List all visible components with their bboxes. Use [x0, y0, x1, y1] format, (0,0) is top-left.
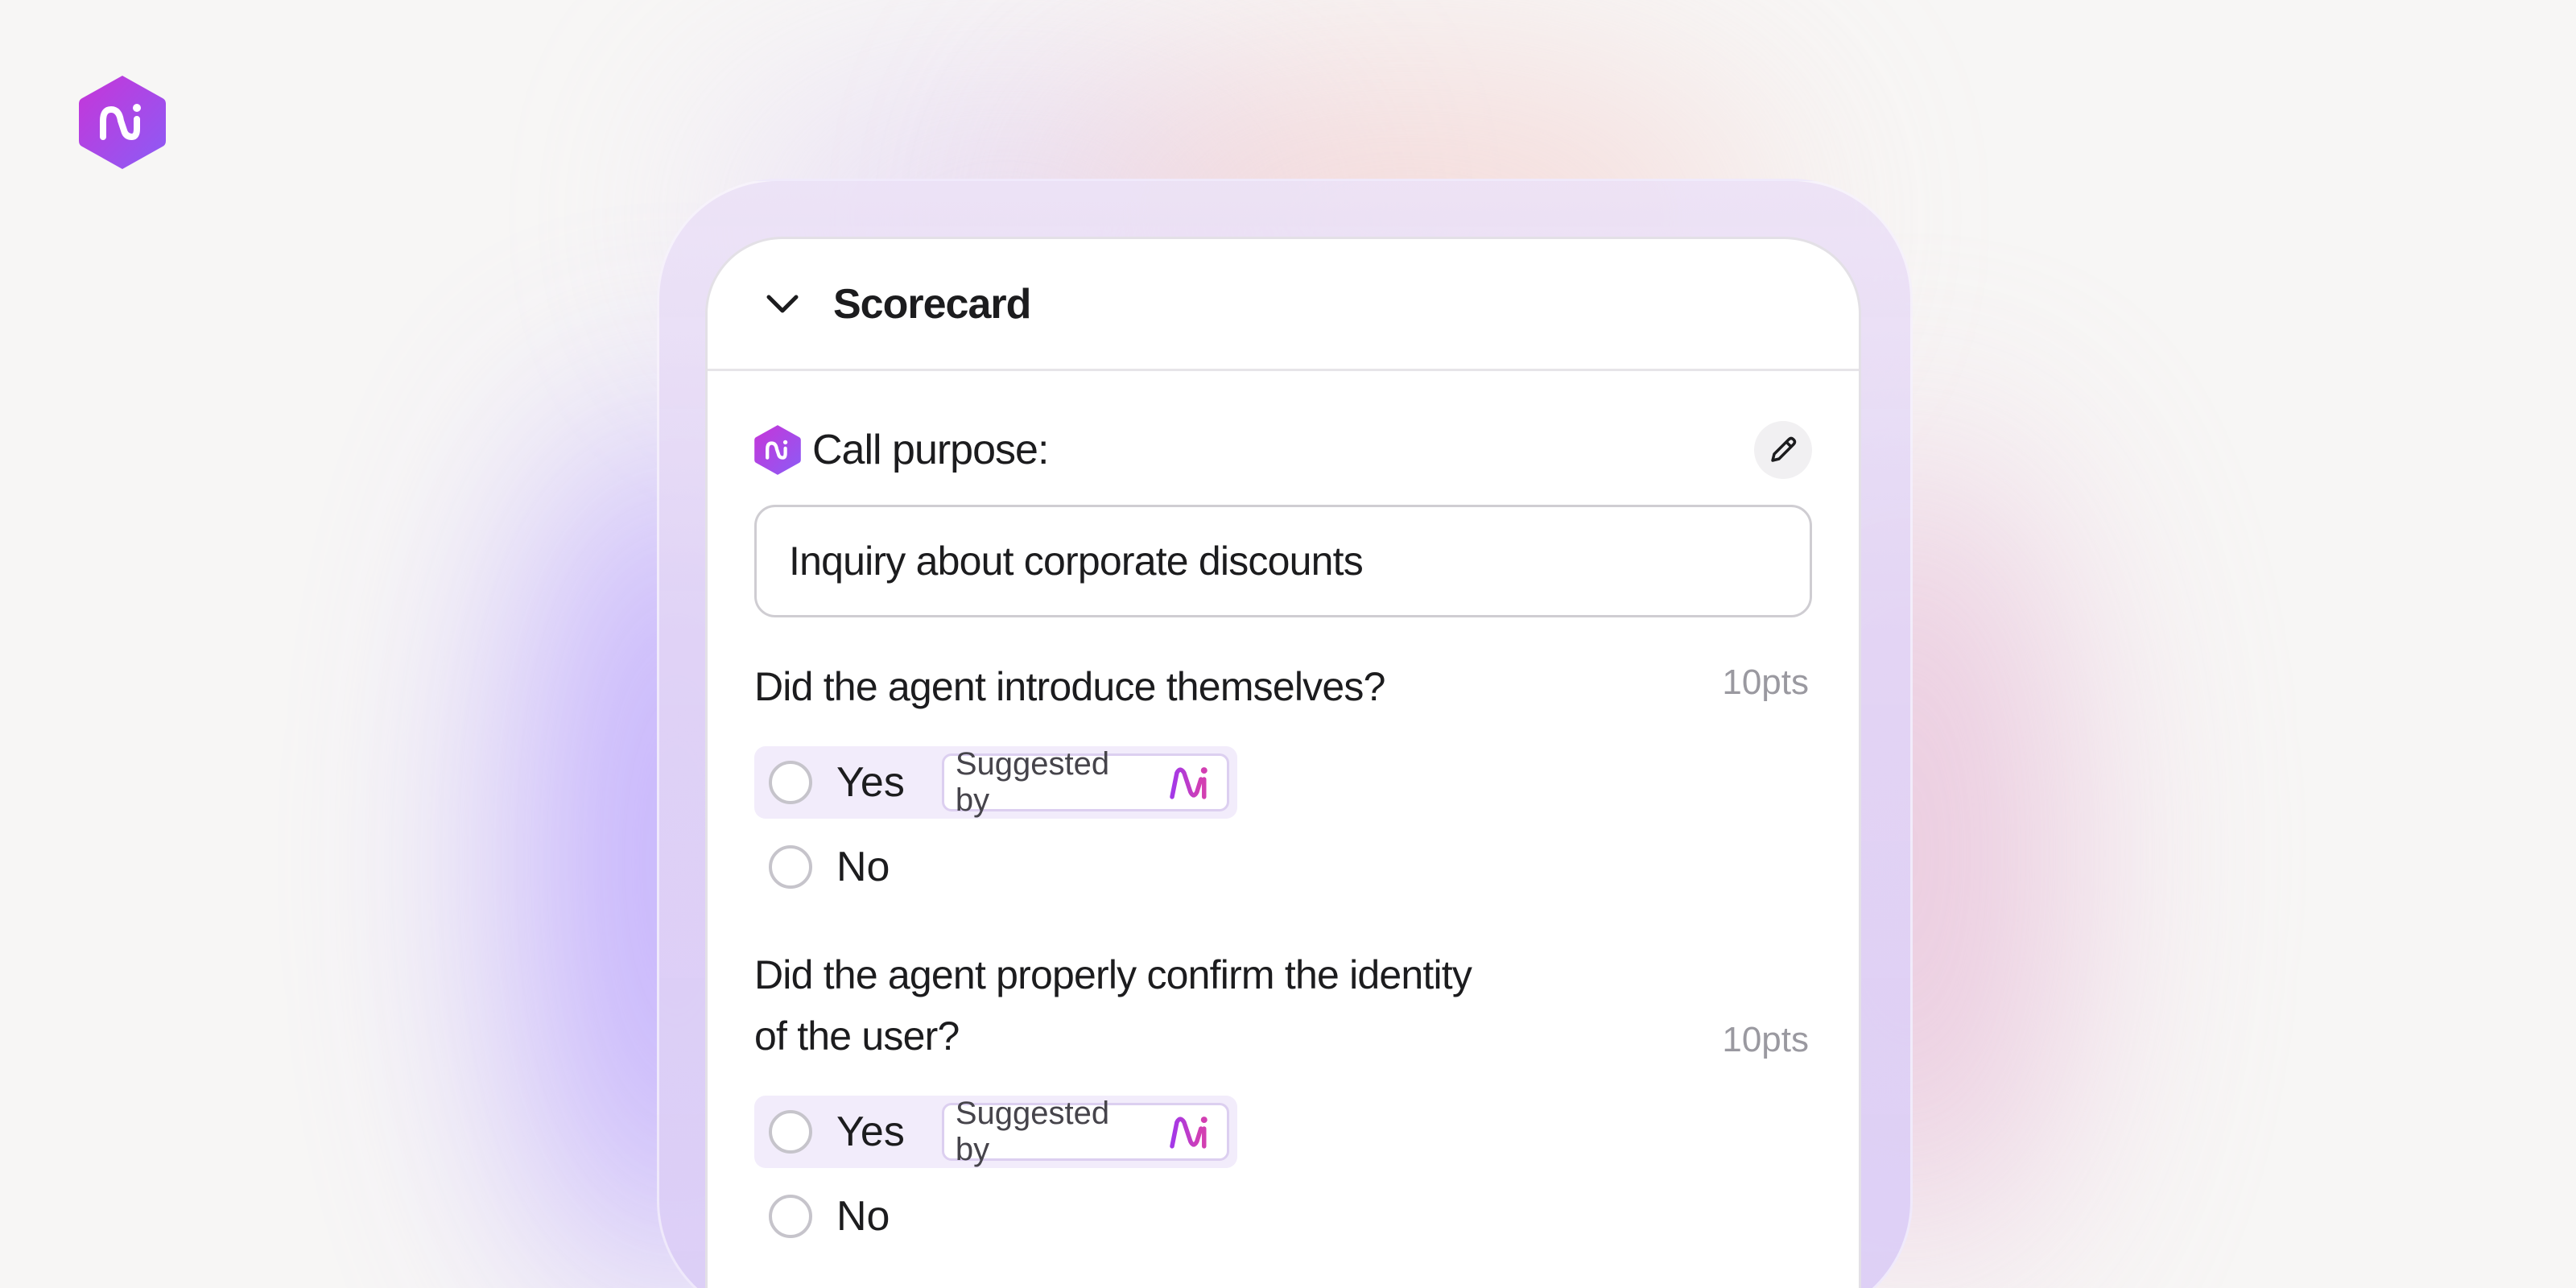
radio-button[interactable] — [769, 845, 812, 889]
question-2-text-line2: of the user? — [754, 1013, 960, 1059]
question-1: Did the agent introduce themselves? 10pt… — [754, 656, 1812, 720]
question-1-option-yes[interactable]: Yes Suggested by — [754, 746, 1237, 819]
scorecard-title: Scorecard — [833, 280, 1031, 328]
scorecard-header[interactable]: Scorecard — [708, 239, 1859, 371]
ni-logo-icon — [79, 76, 166, 169]
option-label: Yes — [836, 759, 905, 806]
question-1-text: Did the agent introduce themselves? — [754, 664, 1385, 709]
pencil-icon — [1771, 436, 1797, 462]
option-label: Yes — [836, 1108, 905, 1155]
radio-button[interactable] — [769, 761, 812, 804]
radio-button[interactable] — [769, 1195, 812, 1238]
question-2-option-yes[interactable]: Yes Suggested by — [754, 1096, 1237, 1168]
call-purpose-label: Call purpose: — [812, 427, 1049, 473]
suggested-badge-label: Suggested by — [955, 746, 1110, 818]
question-1-options: Yes Suggested by No — [754, 746, 1812, 907]
call-purpose-row: Call purpose: — [754, 421, 1812, 479]
question-2-option-no[interactable]: No — [754, 1180, 890, 1253]
edit-call-purpose-button[interactable] — [1754, 421, 1812, 479]
question-2: Did the agent properly confirm the ident… — [754, 944, 1812, 1073]
suggested-badge-label: Suggested by — [955, 1096, 1110, 1167]
ni-logo-icon — [754, 425, 801, 475]
chevron-down-icon[interactable] — [762, 284, 803, 324]
question-2-text-line1: Did the agent properly confirm the ident… — [754, 952, 1472, 997]
call-purpose-field[interactable]: Inquiry about corporate discounts — [754, 505, 1812, 617]
option-label: No — [836, 1193, 890, 1240]
question-2-options: Yes Suggested by No — [754, 1096, 1812, 1257]
scorecard-panel: Scorecard Call purpose: Inquiry about co… — [705, 237, 1861, 1288]
option-label: No — [836, 844, 890, 890]
ni-wave-icon — [1170, 1117, 1208, 1149]
question-1-option-no[interactable]: No — [754, 831, 890, 903]
question-2-points: 10pts — [1722, 1020, 1809, 1059]
suggested-badge: Suggested by — [941, 1096, 1229, 1167]
ni-wave-icon — [1170, 767, 1208, 799]
question-1-points: 10pts — [1722, 663, 1809, 702]
suggested-badge: Suggested by — [941, 746, 1229, 818]
radio-button[interactable] — [769, 1110, 812, 1154]
